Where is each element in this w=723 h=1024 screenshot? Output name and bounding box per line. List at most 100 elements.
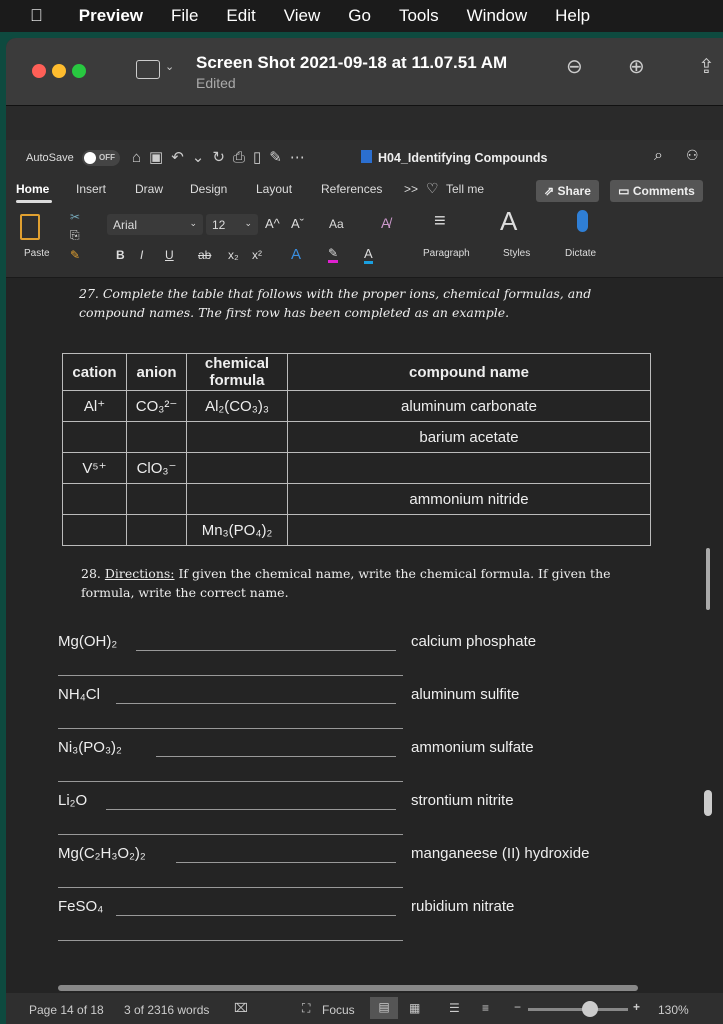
zoom-slider[interactable]	[528, 1008, 628, 1011]
font-select[interactable]: Arial ⌄	[107, 214, 203, 235]
menu-view[interactable]: View	[270, 6, 335, 26]
cell[interactable]: ClO₃⁻	[126, 452, 187, 484]
tab-references[interactable]: References	[321, 182, 382, 196]
answer-line[interactable]	[58, 834, 403, 835]
paragraph-icon[interactable]: ≡	[434, 210, 446, 233]
word-count[interactable]: 3 of 2316 words	[124, 1003, 209, 1017]
cell[interactable]: ammonium nitride	[287, 483, 651, 515]
print-layout-icon[interactable]: ▤	[370, 997, 398, 1019]
menu-help[interactable]: Help	[541, 6, 604, 26]
zoom-level[interactable]: 130%	[658, 1003, 689, 1017]
cell[interactable]: barium acetate	[287, 421, 651, 453]
paste-icon[interactable]	[20, 214, 40, 240]
answer-blank[interactable]	[176, 862, 396, 863]
tab-insert[interactable]: Insert	[76, 182, 106, 196]
grow-font-button[interactable]: A^	[265, 216, 280, 231]
zoom-button[interactable]	[72, 64, 86, 78]
italic-button[interactable]: I	[140, 248, 143, 262]
cell[interactable]: Al⁺	[62, 390, 127, 422]
cell[interactable]	[186, 483, 288, 515]
answer-blank[interactable]	[106, 809, 396, 810]
answer-line[interactable]	[58, 728, 403, 729]
minimize-button[interactable]	[52, 64, 66, 78]
cell[interactable]: V⁵⁺	[62, 452, 127, 484]
cell[interactable]	[287, 514, 651, 546]
chevron-down-icon[interactable]: ⌄	[165, 60, 174, 73]
menu-file[interactable]: File	[157, 6, 212, 26]
proofing-icon[interactable]: ⌧	[234, 1001, 248, 1015]
close-button[interactable]	[32, 64, 46, 78]
answer-blank[interactable]	[136, 650, 396, 651]
cell[interactable]	[126, 483, 187, 515]
cell[interactable]	[287, 452, 651, 484]
bold-button[interactable]: B	[116, 248, 125, 262]
people-icon[interactable]: ⚇	[686, 147, 699, 164]
answer-line[interactable]	[58, 675, 403, 676]
format-painter-icon[interactable]: ✎	[70, 248, 80, 262]
share-icon[interactable]: ⇪	[698, 54, 715, 79]
sidebar-icon[interactable]	[136, 60, 160, 79]
highlight-icon[interactable]: ✎	[328, 246, 339, 263]
menu-window[interactable]: Window	[453, 6, 541, 26]
zoom-in-button[interactable]: +	[633, 1000, 640, 1014]
text-effects-icon[interactable]: A	[291, 246, 301, 263]
cell[interactable]: aluminum carbonate	[287, 390, 651, 422]
tab-design[interactable]: Design	[190, 182, 227, 196]
tab-home[interactable]: Home	[16, 182, 49, 196]
change-case-button[interactable]: Aa	[329, 217, 344, 231]
answer-blank[interactable]	[156, 756, 396, 757]
autosave-toggle[interactable]: OFF	[82, 150, 120, 166]
superscript-button[interactable]: x²	[252, 248, 262, 262]
scrollbar[interactable]	[706, 548, 710, 610]
outline-icon[interactable]: ☰	[449, 1001, 460, 1015]
microphone-icon[interactable]	[577, 210, 588, 232]
page-count[interactable]: Page 14 of 18	[29, 1003, 104, 1017]
shrink-font-button[interactable]: Aˇ	[291, 216, 304, 231]
search-icon[interactable]: ⌕	[654, 147, 663, 165]
more-tabs[interactable]: >>	[404, 182, 418, 196]
underline-button[interactable]: U	[165, 248, 174, 262]
menu-tools[interactable]: Tools	[385, 6, 453, 26]
subscript-button[interactable]: x₂	[228, 248, 239, 262]
font-size-select[interactable]: 12 ⌄	[206, 214, 258, 235]
cell[interactable]: Al₂(CO₃)₃	[186, 390, 288, 422]
focus-button[interactable]: Focus	[322, 1003, 355, 1017]
cell[interactable]	[62, 514, 127, 546]
comments-button[interactable]: ▭ Comments	[610, 180, 703, 202]
answer-line[interactable]	[58, 940, 403, 941]
draft-icon[interactable]: ≡	[482, 1001, 489, 1015]
cell[interactable]: Mn₃(PO₄)₂	[186, 514, 288, 546]
zoom-out-icon[interactable]: ⊖	[566, 54, 583, 79]
cell[interactable]	[186, 452, 288, 484]
answer-blank[interactable]	[116, 915, 396, 916]
zoom-in-icon[interactable]: ⊕	[628, 54, 645, 79]
menu-edit[interactable]: Edit	[212, 6, 269, 26]
answer-blank[interactable]	[116, 703, 396, 704]
cell[interactable]: CO₃²⁻	[126, 390, 187, 422]
apple-icon[interactable]: 	[0, 6, 65, 26]
cell[interactable]	[62, 483, 127, 515]
menu-preview[interactable]: Preview	[65, 6, 157, 26]
menu-go[interactable]: Go	[334, 6, 385, 26]
answer-line[interactable]	[58, 887, 403, 888]
font-color-icon[interactable]: A	[364, 246, 373, 264]
web-layout-icon[interactable]: ▦	[409, 1001, 420, 1015]
share-button[interactable]: ⇗ Share	[536, 180, 599, 202]
scrollbar-thumb[interactable]	[704, 790, 712, 816]
styles-icon[interactable]: A	[500, 206, 517, 237]
copy-icon[interactable]: ⎘	[70, 228, 80, 243]
horizontal-scrollbar[interactable]	[58, 985, 638, 991]
cell[interactable]	[126, 514, 187, 546]
cell[interactable]	[186, 421, 288, 453]
quick-access-icons[interactable]: ⌂▣↶⌄↻⎙▯✎⋯	[132, 148, 313, 166]
tell-me[interactable]: Tell me	[446, 182, 484, 196]
zoom-slider-thumb[interactable]	[582, 1001, 598, 1017]
zoom-out-button[interactable]: −	[514, 1000, 521, 1014]
answer-line[interactable]	[58, 781, 403, 782]
strikethrough-button[interactable]: ab	[198, 248, 211, 262]
cell[interactable]	[126, 421, 187, 453]
cut-icon[interactable]: ✂	[70, 210, 80, 224]
clear-format-icon[interactable]: A̸	[381, 215, 390, 231]
focus-icon[interactable]: ⛶	[302, 1001, 310, 1016]
tab-draw[interactable]: Draw	[135, 182, 163, 196]
